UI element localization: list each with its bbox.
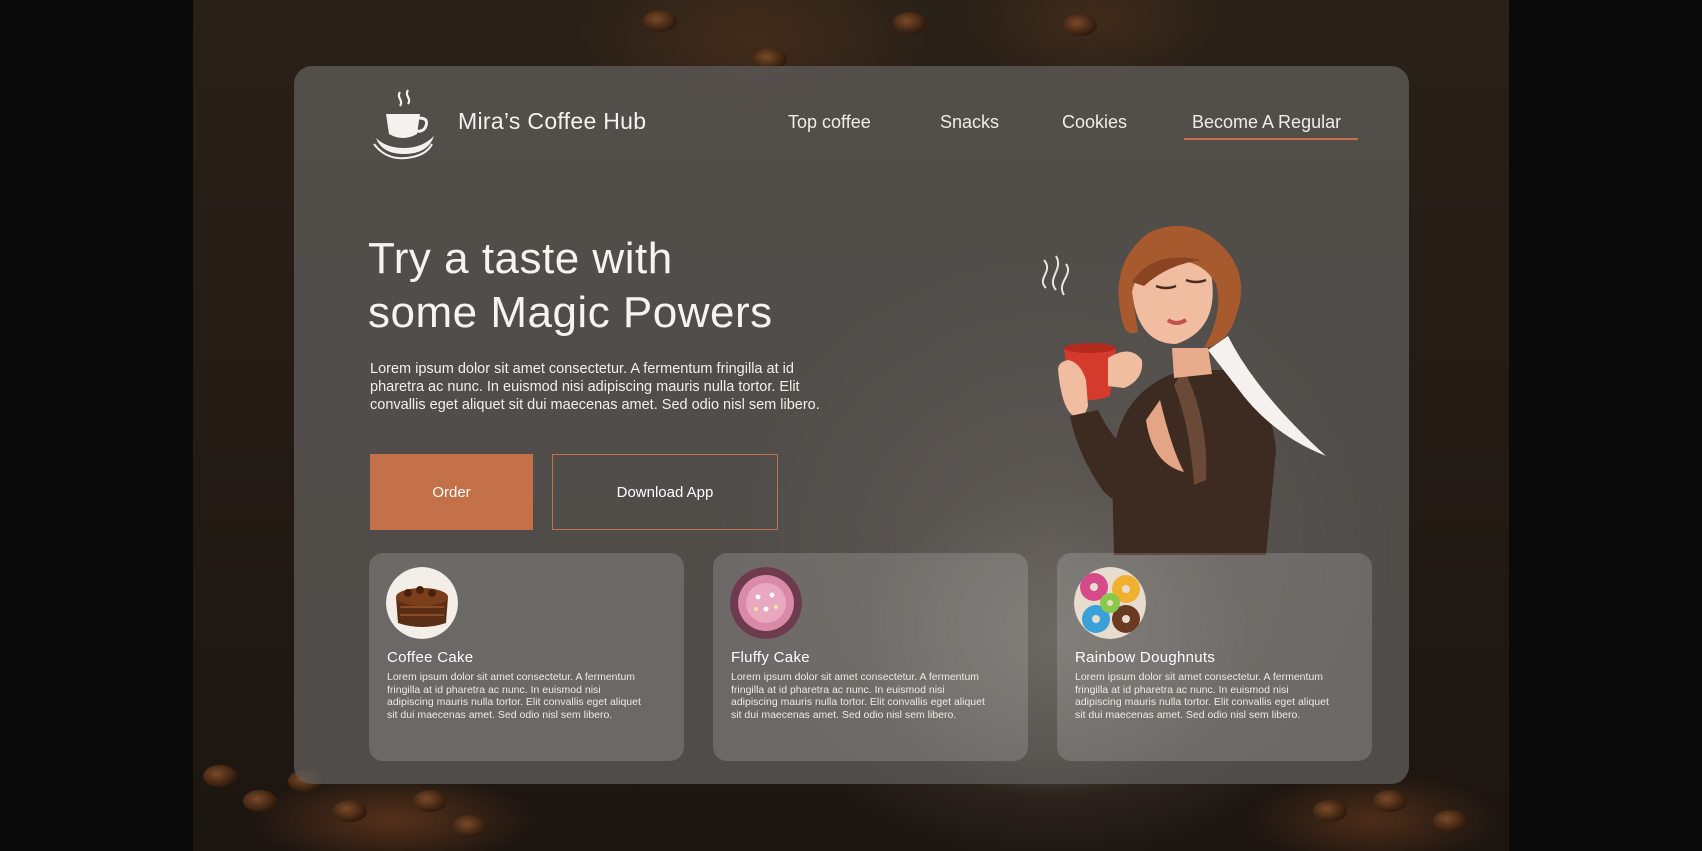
- headline-line-1: Try a taste with: [368, 234, 673, 283]
- coffee-bean: [453, 815, 487, 837]
- pink-cake-icon: [730, 567, 802, 639]
- coffee-bean: [333, 800, 367, 822]
- nav-top-coffee[interactable]: Top coffee: [788, 112, 871, 133]
- nav-become-a-regular[interactable]: Become A Regular: [1192, 112, 1341, 133]
- woman-with-coffee-illustration: [1041, 225, 1326, 555]
- coffee-bean: [413, 790, 447, 812]
- hero-description: Lorem ipsum dolor sit amet consectetur. …: [370, 361, 820, 413]
- hero-headline: Try a taste with some Magic Powers: [368, 232, 773, 340]
- nav-snacks[interactable]: Snacks: [940, 112, 999, 133]
- doughnuts-icon: [1074, 567, 1146, 639]
- card-description: Lorem ipsum dolor sit amet consectetur. …: [731, 671, 985, 721]
- coffee-bean: [643, 10, 677, 32]
- download-app-button[interactable]: Download App: [552, 454, 778, 530]
- card-description: Lorem ipsum dolor sit amet consectetur. …: [387, 671, 641, 721]
- order-button[interactable]: Order: [370, 454, 533, 530]
- coffee-bean: [1313, 800, 1347, 822]
- nav-active-indicator: [1184, 138, 1358, 140]
- coffee-bean: [893, 12, 927, 34]
- product-card[interactable]: Rainbow Doughnuts Lorem ipsum dolor sit …: [1057, 553, 1372, 761]
- coffee-bean: [203, 765, 237, 787]
- nav-cookies[interactable]: Cookies: [1062, 112, 1127, 133]
- headline-line-2: some Magic Powers: [368, 288, 773, 337]
- card-title: Fluffy Cake: [731, 649, 810, 666]
- card-description: Lorem ipsum dolor sit amet consectetur. …: [1075, 671, 1329, 721]
- brand-name[interactable]: Mira’s Coffee Hub: [458, 108, 646, 135]
- coffee-cup-icon[interactable]: [372, 88, 436, 160]
- coffee-bean: [1063, 14, 1097, 36]
- product-card[interactable]: Coffee Cake Lorem ipsum dolor sit amet c…: [369, 553, 684, 761]
- coffee-bean: [1433, 810, 1467, 832]
- card-title: Rainbow Doughnuts: [1075, 649, 1216, 666]
- product-card[interactable]: Fluffy Cake Lorem ipsum dolor sit amet c…: [713, 553, 1028, 761]
- chocolate-cake-icon: [386, 567, 458, 639]
- card-title: Coffee Cake: [387, 649, 474, 666]
- coffee-bean: [1373, 790, 1407, 812]
- coffee-bean: [243, 790, 277, 812]
